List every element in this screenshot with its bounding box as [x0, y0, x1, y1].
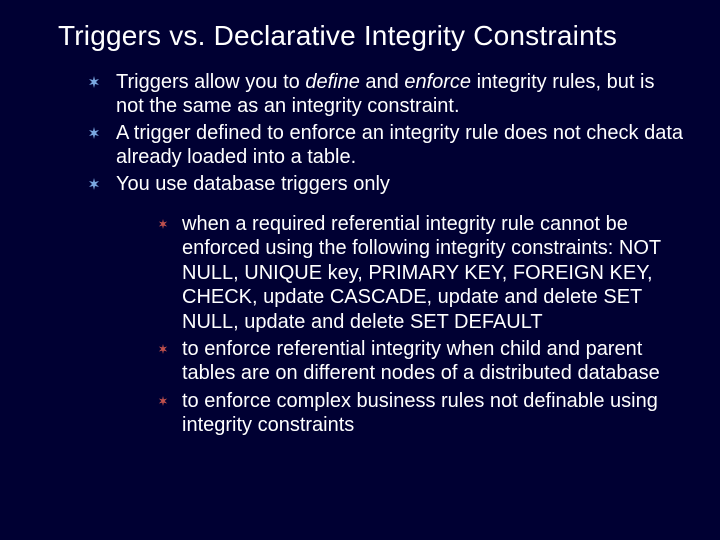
sub-bullet-item: to enforce complex business rules not de… — [158, 389, 686, 438]
starburst-icon — [158, 219, 168, 229]
slide: Triggers vs. Declarative Integrity Const… — [0, 0, 720, 540]
bullet-text: Triggers allow you to define and enforce… — [116, 71, 654, 117]
sub-bullet-text: to enforce referential integrity when ch… — [182, 338, 660, 384]
sub-bullet-item: when a required referential integrity ru… — [158, 212, 686, 334]
bullet-item: You use database triggers only when a re… — [88, 172, 686, 438]
bullet-text: A trigger defined to enforce an integrit… — [116, 122, 683, 168]
bullet-item: A trigger defined to enforce an integrit… — [88, 121, 686, 170]
sub-bullet-text: to enforce complex business rules not de… — [182, 390, 658, 436]
starburst-icon — [88, 76, 100, 88]
starburst-icon — [88, 178, 100, 190]
sub-bullet-list: when a required referential integrity ru… — [158, 212, 686, 438]
bullet-text: You use database triggers only — [116, 173, 390, 195]
bullet-item: Triggers allow you to define and enforce… — [88, 70, 686, 119]
starburst-icon — [158, 396, 168, 406]
sub-bullet-item: to enforce referential integrity when ch… — [158, 337, 686, 386]
starburst-icon — [88, 127, 100, 139]
main-bullet-list: Triggers allow you to define and enforce… — [88, 70, 686, 437]
sub-bullet-text: when a required referential integrity ru… — [182, 213, 661, 333]
slide-title: Triggers vs. Declarative Integrity Const… — [58, 20, 696, 52]
starburst-icon — [158, 344, 168, 354]
